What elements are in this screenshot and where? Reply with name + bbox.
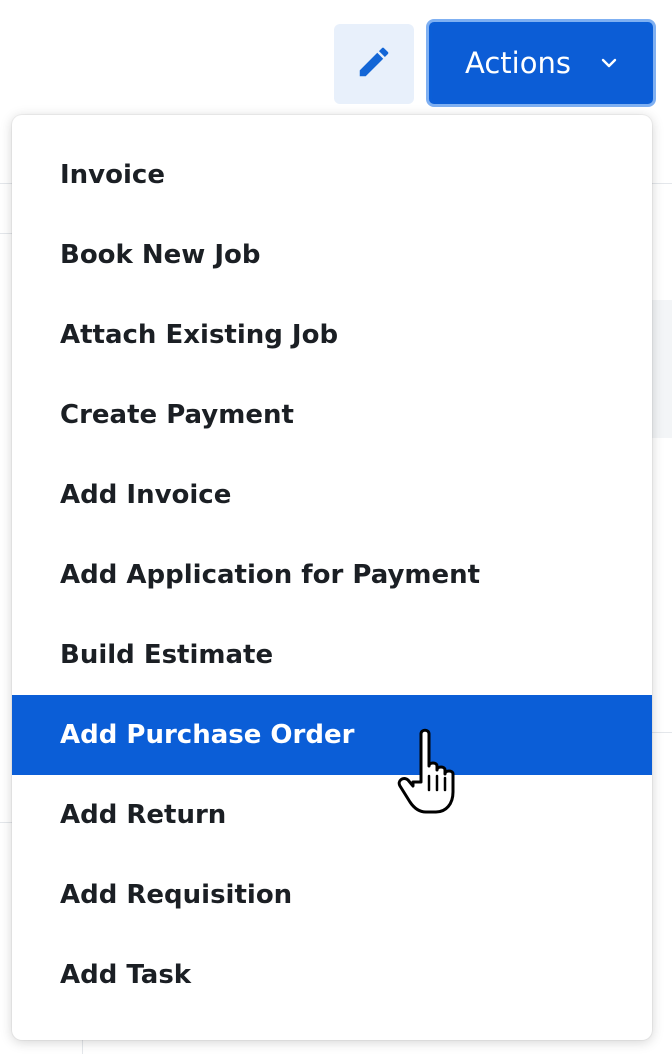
menu-item-attach-existing-job[interactable]: Attach Existing Job — [12, 295, 652, 375]
menu-item-create-payment[interactable]: Create Payment — [12, 375, 652, 455]
background-divider — [652, 732, 672, 733]
menu-item-add-task[interactable]: Add Task — [12, 935, 652, 1015]
pencil-icon — [355, 43, 393, 85]
menu-item-book-new-job[interactable]: Book New Job — [12, 215, 652, 295]
actions-button[interactable]: Actions — [426, 19, 656, 107]
menu-item-add-return[interactable]: Add Return — [12, 775, 652, 855]
actions-dropdown-menu: Invoice Book New Job Attach Existing Job… — [12, 115, 652, 1040]
menu-item-build-estimate[interactable]: Build Estimate — [12, 615, 652, 695]
edit-button[interactable] — [334, 24, 414, 104]
menu-item-add-application-for-payment[interactable]: Add Application for Payment — [12, 535, 652, 615]
menu-item-add-purchase-order[interactable]: Add Purchase Order — [12, 695, 652, 775]
menu-item-invoice[interactable]: Invoice — [12, 135, 652, 215]
actions-label: Actions — [465, 46, 571, 80]
menu-item-add-requisition[interactable]: Add Requisition — [12, 855, 652, 935]
chevron-down-icon — [601, 58, 617, 68]
actions-button-content: Actions — [432, 25, 650, 101]
menu-item-add-invoice[interactable]: Add Invoice — [12, 455, 652, 535]
